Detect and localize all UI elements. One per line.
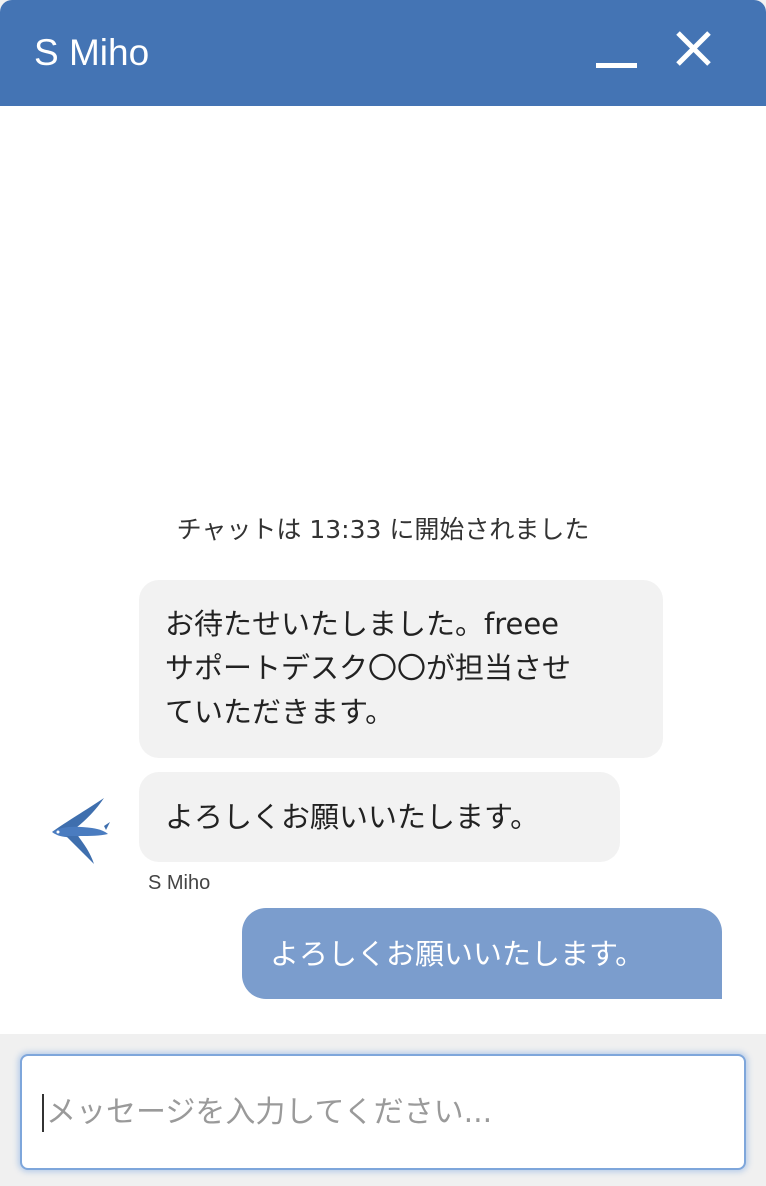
message-line: ていただきます。 xyxy=(165,695,395,729)
text-caret xyxy=(42,1094,44,1132)
composer-area: メッセージを入力してください... xyxy=(0,1034,766,1186)
minimize-icon xyxy=(596,63,637,68)
chat-window: S Miho チャットは 13:33 に開始されました お待たせいたしました。f… xyxy=(0,0,766,1186)
close-icon xyxy=(676,31,711,66)
chat-title: S Miho xyxy=(34,32,150,73)
minimize-button[interactable] xyxy=(590,30,642,76)
sender-name: S Miho xyxy=(148,872,211,894)
chat-start-notice: チャットは 13:33 に開始されました xyxy=(176,515,590,544)
message-text: よろしくお願いいたします。 xyxy=(270,937,645,971)
agent-message-bubble: お待たせいたしました。freee サポートデスク〇〇が担当させ ていただきます。 xyxy=(139,580,663,758)
user-message-bubble: よろしくお願いいたします。 xyxy=(242,908,722,999)
close-button[interactable] xyxy=(668,24,718,74)
message-list[interactable]: チャットは 13:33 に開始されました お待たせいたしました。freee サポ… xyxy=(0,106,766,1034)
message-input-placeholder: メッセージを入力してください... xyxy=(46,1095,493,1130)
message-input[interactable]: メッセージを入力してください... xyxy=(20,1054,746,1170)
message-line: サポートデスク〇〇が担当させ xyxy=(165,651,572,685)
message-text: よろしくお願いいたします。 xyxy=(165,800,540,834)
swallow-bird-icon xyxy=(52,798,110,864)
chat-header: S Miho xyxy=(0,0,766,106)
agent-message-bubble: よろしくお願いいたします。 xyxy=(139,772,620,862)
message-line: お待たせいたしました。freee xyxy=(165,607,560,641)
